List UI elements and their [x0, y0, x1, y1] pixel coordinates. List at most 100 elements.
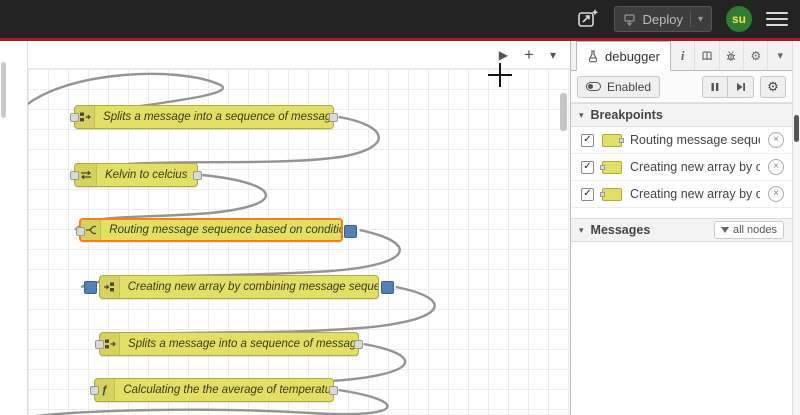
breakpoints-section-header[interactable]: ▾ Breakpoints: [571, 103, 792, 127]
section-title: Messages: [590, 223, 651, 237]
enabled-label: Enabled: [607, 79, 652, 94]
flow-node-switch[interactable]: Routing message sequence based on condit…: [76, 218, 357, 242]
tab-scroll-right-button[interactable]: ▶: [499, 49, 508, 61]
node-mini-icon: [600, 187, 622, 201]
input-port[interactable]: [95, 340, 104, 349]
deploy-options-icon[interactable]: ▾: [698, 14, 703, 25]
breakpoint-label: Creating new array by combining message …: [630, 187, 760, 201]
step-button[interactable]: [728, 75, 754, 98]
flow-canvas[interactable]: Splits a message into a sequence of mess…: [28, 69, 570, 415]
deploy-divider: [689, 11, 691, 27]
debugger-enable-toggle[interactable]: Enabled: [577, 75, 661, 98]
node-mini-icon: [602, 133, 624, 147]
breakpoint-row[interactable]: ✓ Creating new array by combining messag…: [571, 154, 792, 181]
export-button[interactable]: [576, 5, 600, 33]
close-icon: ×: [773, 134, 779, 145]
sidebar-tabbar: debugger i ⚙ ▾: [571, 41, 792, 71]
deploy-icon: [623, 13, 635, 26]
toggle-icon: [586, 82, 601, 91]
paused-message-indicator[interactable]: [381, 281, 394, 294]
flow-node-join[interactable]: Creating new array by combining message …: [84, 275, 394, 299]
step-icon: [736, 82, 745, 91]
check-icon: ✓: [583, 134, 592, 145]
node-mini-icon: [600, 160, 622, 174]
info-icon: i: [680, 47, 685, 63]
deploy-label: Deploy: [642, 11, 683, 27]
user-avatar[interactable]: su: [726, 6, 752, 32]
tab-debug[interactable]: [720, 41, 745, 70]
funnel-icon: [720, 227, 729, 233]
workspace-column: ▶ + ▾ Splits a message into a sequence o…: [28, 41, 570, 415]
close-icon: ×: [773, 188, 779, 199]
gear-icon: ⚙: [767, 78, 779, 94]
sidebar-tabs-menu-button[interactable]: ▾: [768, 41, 792, 70]
input-port[interactable]: [70, 113, 79, 122]
export-icon: [577, 9, 598, 27]
tab-config[interactable]: ⚙: [744, 41, 769, 70]
avatar-initials: su: [731, 12, 746, 26]
remove-breakpoint-button[interactable]: ×: [768, 132, 784, 148]
header: Deploy ▾ su: [0, 0, 800, 38]
debugger-settings-button[interactable]: ⚙: [760, 75, 786, 98]
canvas-scrollbar[interactable]: [560, 93, 567, 131]
breakpoint-checkbox[interactable]: ✓: [581, 160, 594, 174]
gear-icon: ⚙: [750, 48, 762, 63]
debugger-icon: [588, 49, 598, 62]
breakpoint-checkbox[interactable]: ✓: [581, 187, 594, 201]
breakpoint-row[interactable]: ✓ Routing message sequence based on cond…: [571, 127, 792, 154]
main-area: ▶ + ▾ Splits a message into a sequence o…: [0, 41, 800, 415]
bug-icon: [727, 50, 736, 61]
paused-message-indicator[interactable]: [344, 225, 357, 238]
paused-message-indicator[interactable]: [84, 281, 97, 294]
join-icon: [100, 276, 120, 298]
workspace-toolbar: ▶ + ▾: [28, 41, 570, 69]
palette-scrollbar[interactable]: [1, 62, 6, 118]
output-port[interactable]: [329, 113, 338, 122]
input-port[interactable]: [76, 227, 85, 236]
page-scrollbar-thumb[interactable]: [794, 115, 799, 142]
flow-node-change[interactable]: Kelvin to celcius: [70, 163, 202, 187]
output-port[interactable]: [193, 171, 202, 180]
breakpoint-row[interactable]: ✓ Creating new array by combining messag…: [571, 181, 792, 208]
messages-list: [571, 242, 792, 415]
messages-section-header[interactable]: ▾ Messages all nodes: [571, 218, 792, 242]
filter-all-nodes-button[interactable]: all nodes: [713, 221, 784, 239]
section-title: Breakpoints: [590, 108, 663, 122]
output-port[interactable]: [329, 386, 338, 395]
input-port[interactable]: [90, 386, 99, 395]
remove-breakpoint-button[interactable]: ×: [768, 159, 784, 175]
filter-label: all nodes: [732, 224, 777, 236]
node-label: Calculating the the average of temperatu…: [123, 384, 333, 396]
flow-node-split[interactable]: Splits a message into a sequence of mess…: [70, 105, 338, 129]
check-icon: ✓: [583, 188, 592, 199]
page-scrollbar[interactable]: [792, 41, 800, 415]
node-red-app: Deploy ▾ su ▶ + ▾ Splits a message into …: [0, 0, 800, 415]
output-port[interactable]: [354, 340, 363, 349]
tab-debugger[interactable]: debugger: [576, 41, 671, 71]
flow-node-split[interactable]: Splits a message into a sequence of mess…: [95, 332, 363, 356]
flow-list-button[interactable]: ▾: [550, 49, 556, 61]
breakpoint-checkbox[interactable]: ✓: [581, 133, 594, 147]
book-icon: [702, 50, 712, 60]
debugger-toolbar: Enabled ⚙: [571, 71, 792, 103]
palette-edge: [0, 41, 28, 415]
input-port[interactable]: [70, 171, 79, 180]
collapse-icon: ▾: [579, 109, 584, 120]
remove-breakpoint-button[interactable]: ×: [768, 186, 784, 202]
breakpoint-label: Creating new array by combining message …: [630, 160, 760, 174]
deploy-button[interactable]: Deploy ▾: [613, 6, 712, 32]
node-label: Routing message sequence based on condit…: [109, 224, 341, 236]
flow-node-function[interactable]: ƒ Calculating the the average of tempera…: [90, 378, 338, 402]
tab-info[interactable]: i: [671, 41, 696, 70]
breakpoint-label: Routing message sequence based on condit…: [630, 133, 760, 147]
sidebar: debugger i ⚙ ▾ Enabled ⚙ ▾ Breakpoints ✓…: [570, 41, 792, 415]
node-label: Creating new array by combining message …: [127, 281, 378, 293]
tab-help[interactable]: [695, 41, 720, 70]
step-controls: [702, 75, 754, 98]
add-flow-button[interactable]: +: [524, 46, 534, 63]
node-label: Splits a message into a sequence of mess…: [103, 111, 333, 123]
check-icon: ✓: [583, 161, 592, 172]
main-menu-button[interactable]: [766, 8, 788, 30]
pause-button[interactable]: [702, 75, 728, 98]
chevron-down-icon: ▾: [777, 50, 783, 62]
